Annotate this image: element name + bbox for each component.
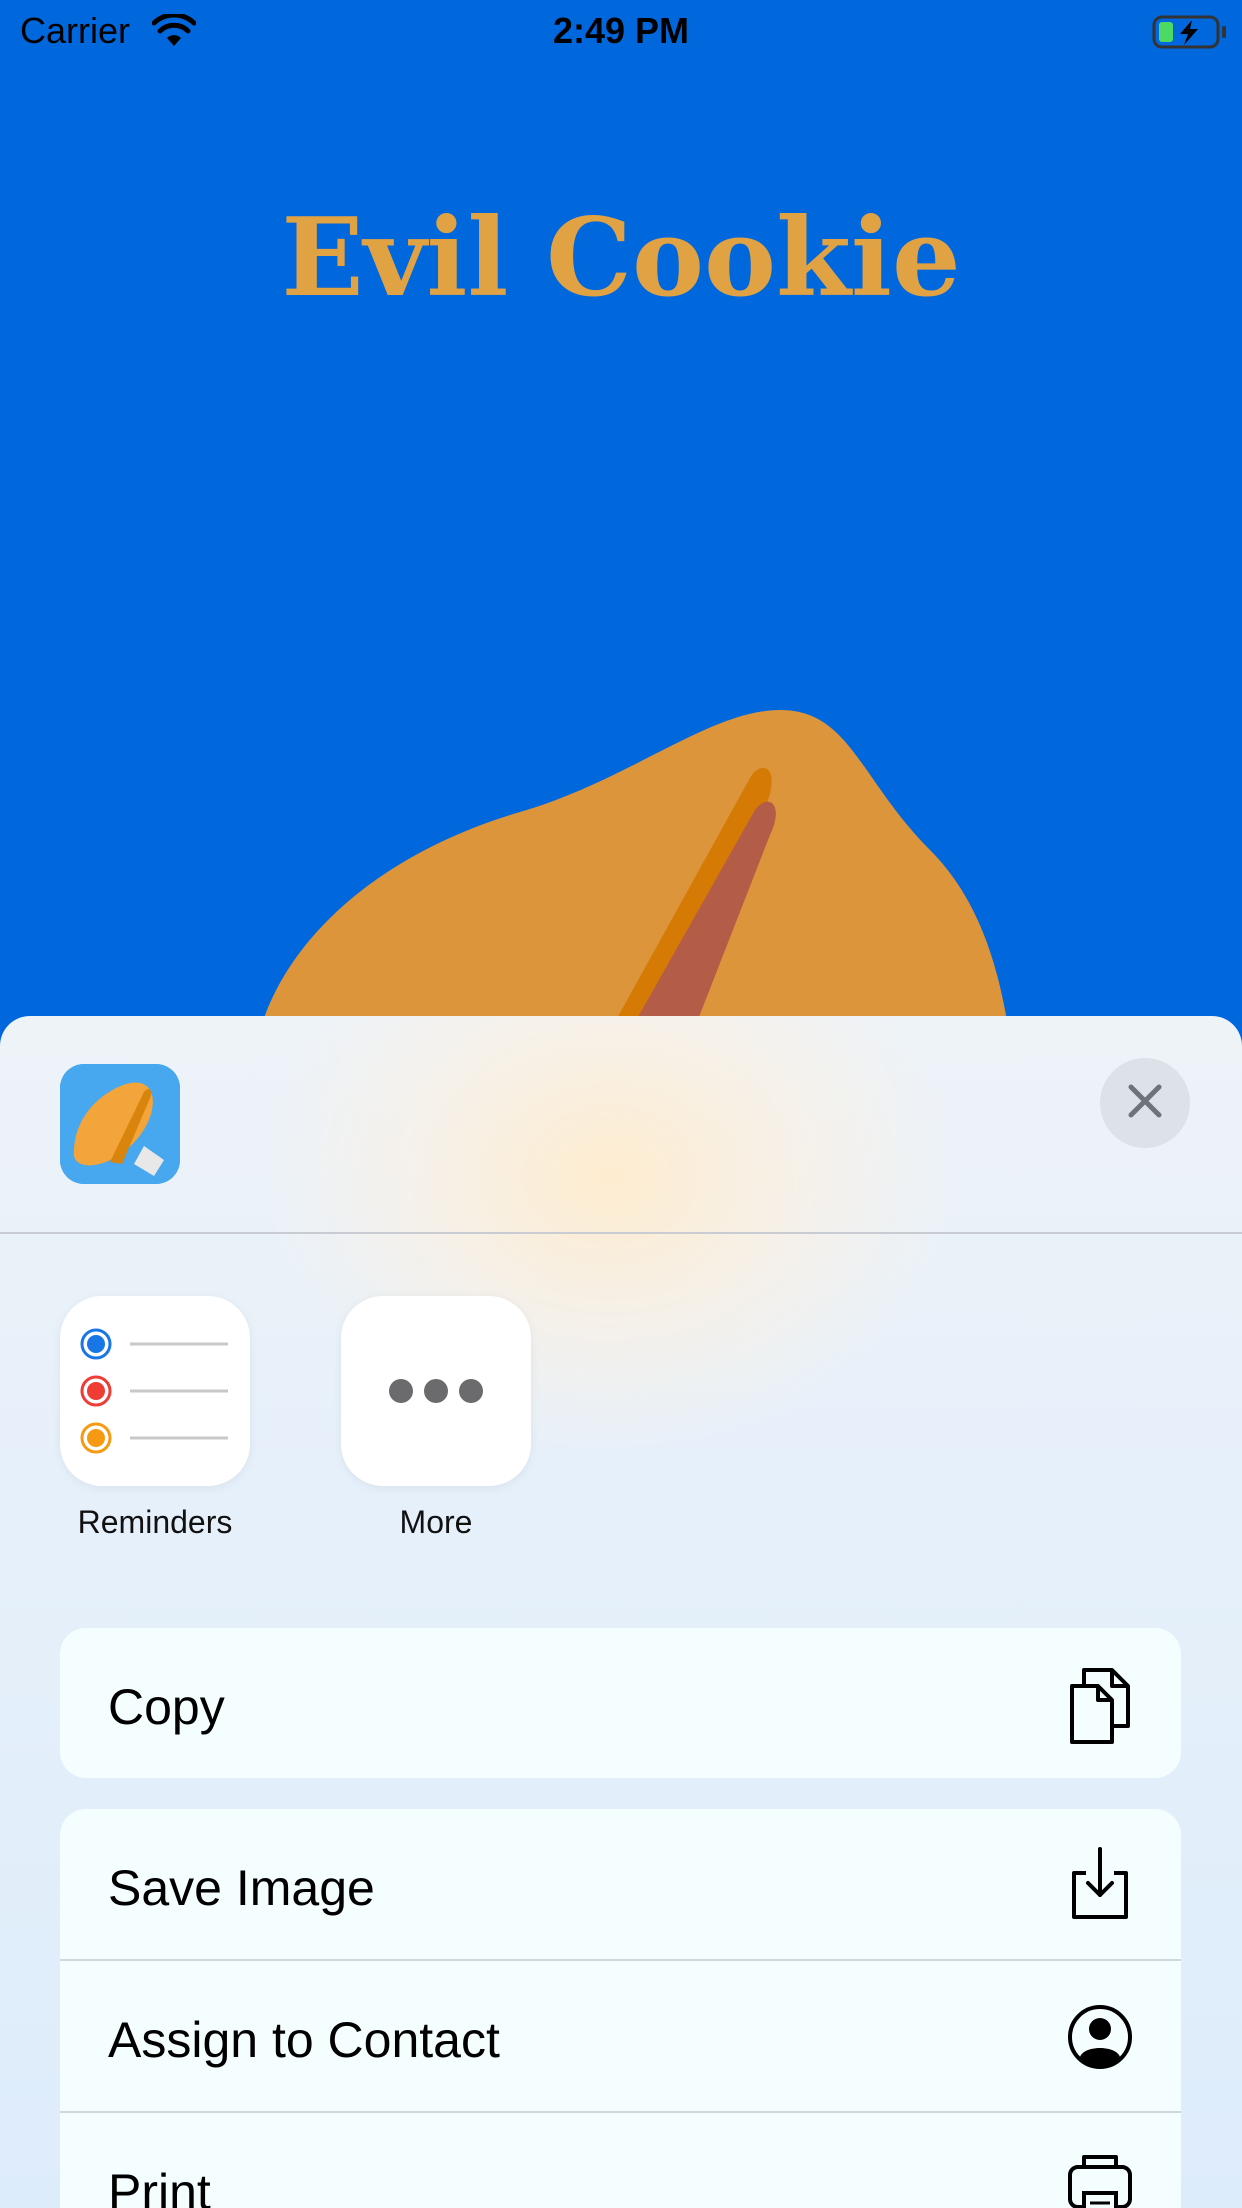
action-label: Save Image — [108, 1860, 375, 1916]
more-icon — [341, 1296, 531, 1486]
close-button[interactable] — [1100, 1058, 1190, 1148]
action-assign-to-contact[interactable]: Assign to Contact — [60, 1961, 1181, 2113]
app-title: Evil Cookie — [281, 195, 961, 321]
print-icon — [1060, 2147, 1140, 2208]
close-icon — [1125, 1081, 1165, 1126]
action-group-copy: Copy — [60, 1628, 1181, 1778]
fortune-cookie-image[interactable] — [250, 700, 1010, 1045]
share-app-label: More — [399, 1504, 473, 1540]
action-save-image[interactable]: Save Image — [60, 1809, 1181, 1961]
action-print[interactable]: Print — [60, 2113, 1181, 2208]
save-image-icon — [1060, 1843, 1140, 1927]
action-label: Copy — [108, 1679, 225, 1735]
share-sheet-header — [0, 1016, 1242, 1232]
status-bar: Carrier 2:49 PM — [0, 0, 1242, 64]
action-label: Print — [108, 2164, 211, 2208]
action-label: Assign to Contact — [108, 2012, 500, 2068]
share-sheet: Reminders More Copy Save Image Assign to… — [0, 1016, 1242, 2208]
reminders-icon — [60, 1296, 250, 1486]
action-copy[interactable]: Copy — [60, 1628, 1181, 1778]
action-group-main: Save Image Assign to Contact Print — [60, 1809, 1181, 2208]
contact-icon — [1060, 1995, 1140, 2079]
share-app-label: Reminders — [77, 1504, 233, 1540]
app-preview-icon — [60, 1064, 180, 1184]
battery-icon — [1152, 14, 1228, 55]
clock: 2:49 PM — [552, 10, 690, 51]
sheet-divider — [0, 1232, 1242, 1234]
copy-icon — [1060, 1662, 1140, 1746]
share-app-more[interactable]: More — [341, 1296, 531, 1541]
share-app-reminders[interactable]: Reminders — [60, 1296, 250, 1541]
